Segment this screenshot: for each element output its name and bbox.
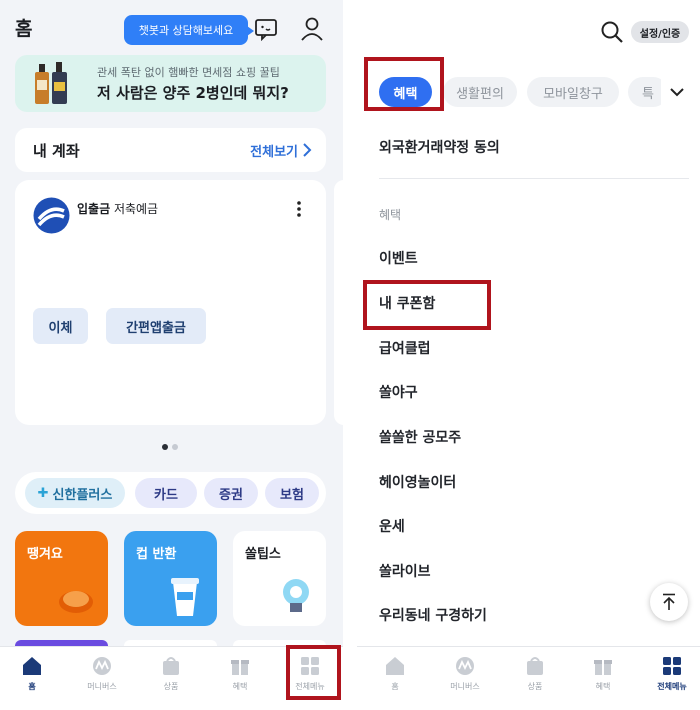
home-icon — [23, 657, 41, 675]
tile-label: 땡겨요 — [27, 547, 63, 562]
tab-products[interactable]: 상품 — [505, 655, 565, 692]
chicken-icon — [59, 591, 93, 613]
all-menu-screen: 설정/인증 혜택 생활편의 모바일창구 특 외국환거래약정 동의 혜택 이벤트 … — [357, 0, 700, 710]
chatbot-tooltip[interactable]: 챗봇과 상담해보세요 — [124, 15, 254, 45]
menu-item-heyyoung[interactable]: 헤이영놀이터 — [379, 472, 456, 492]
tab-products[interactable]: 상품 — [141, 655, 201, 692]
divider — [343, 0, 357, 710]
tab-benefits[interactable]: 혜택 — [573, 655, 633, 692]
chip-securities[interactable]: 증권 — [204, 478, 258, 508]
quick-chips: ✚ 신한플러스 카드 증권 보험 — [15, 472, 326, 514]
highlight-box-benefits — [364, 57, 444, 111]
menu-item-salary-club[interactable]: 급여클럽 — [379, 338, 431, 358]
promo-banner[interactable]: 관세 폭탄 없이 햄빠한 면세점 쇼핑 꿀팁 저 사람은 양주 2병인데 뭐지? — [15, 55, 326, 112]
home-icon — [386, 657, 404, 675]
home-screen: 홈 챗봇과 상담해보세요 관세 폭탄 없이 햄빠한 면세점 쇼핑 꿀팁 저 사람… — [0, 0, 343, 710]
highlight-box-all-menu — [286, 645, 341, 700]
section-divider — [379, 178, 689, 179]
moneyverse-icon — [456, 657, 474, 675]
chatbot-icon[interactable] — [254, 17, 278, 41]
carousel-dots — [160, 435, 180, 454]
chevron-down-icon — [670, 88, 684, 97]
page-title: 홈 — [15, 18, 33, 40]
my-accounts-header: 내 계좌 전체보기 — [15, 128, 326, 172]
menu-item-sol-live[interactable]: 쏠라이브 — [379, 561, 431, 581]
tile-ddangyo[interactable]: 땡겨요 — [15, 531, 108, 626]
easy-app-withdraw-button[interactable]: 간편앱출금 — [106, 308, 206, 344]
account-card[interactable]: 입출금 저축예금 이체 간편앱출금 — [15, 180, 326, 425]
scroll-to-top-button[interactable] — [650, 583, 688, 621]
section-label: 혜택 — [379, 208, 402, 222]
tile-sol-tips[interactable]: 쏠팁스 — [233, 531, 326, 626]
lightbulb-icon — [283, 579, 309, 612]
chip-shinhan-plus[interactable]: ✚ 신한플러스 — [25, 478, 125, 508]
category-mobile-counter[interactable]: 모바일창구 — [527, 77, 619, 107]
menu-item-event[interactable]: 이벤트 — [379, 248, 418, 268]
search-icon[interactable] — [600, 20, 624, 44]
bag-icon — [163, 657, 179, 675]
tab-moneyverse[interactable]: 머니버스 — [72, 655, 132, 692]
menu-item-fortune[interactable]: 운세 — [379, 516, 405, 536]
accounts-title: 내 계좌 — [33, 142, 80, 160]
arrow-up-icon — [663, 593, 675, 610]
promo-subtitle: 관세 폭탄 없이 햄빠한 면세점 쇼핑 꿀팁 — [97, 66, 280, 79]
next-account-card[interactable] — [334, 180, 343, 425]
tab-moneyverse[interactable]: 머니버스 — [435, 655, 495, 692]
liquor-bottles-icon — [35, 62, 67, 104]
menu-item-neighborhood[interactable]: 우리동네 구경하기 — [379, 605, 487, 625]
settings-auth-button[interactable]: 설정/인증 — [631, 21, 689, 43]
tab-home[interactable]: 홈 — [365, 655, 425, 692]
chip-insurance[interactable]: 보험 — [265, 478, 319, 508]
highlight-box-coupon — [363, 280, 491, 330]
chevron-right-icon[interactable] — [302, 143, 312, 157]
account-name: 입출금 저축예금 — [77, 202, 159, 216]
tab-benefits[interactable]: 혜택 — [210, 655, 270, 692]
category-living[interactable]: 생활편의 — [443, 77, 517, 107]
category-expand[interactable] — [661, 76, 700, 108]
profile-icon[interactable] — [300, 16, 324, 42]
gift-icon — [231, 660, 249, 675]
more-options-icon[interactable] — [296, 200, 302, 218]
tab-all-menu[interactable]: 전체메뉴 — [642, 655, 700, 692]
tile-label: 쏠팁스 — [245, 547, 281, 562]
promo-title: 저 사람은 양주 2병인데 뭐지? — [97, 84, 289, 102]
shinhan-logo-icon — [33, 197, 70, 234]
plus-icon: ✚ — [37, 485, 49, 501]
cup-icon — [171, 578, 199, 616]
tile-label: 컵 반환 — [136, 547, 177, 562]
menu-item-fx-agreement[interactable]: 외국환거래약정 동의 — [379, 137, 500, 157]
gift-icon — [594, 660, 612, 675]
tile-cup-return[interactable]: 컵 반환 — [124, 531, 217, 626]
moneyverse-icon — [93, 657, 111, 675]
carousel-dot — [162, 444, 168, 450]
chip-card[interactable]: 카드 — [135, 478, 197, 508]
tab-home[interactable]: 홈 — [2, 655, 62, 692]
menu-item-sol-baseball[interactable]: 쏠야구 — [379, 382, 418, 402]
transfer-button[interactable]: 이체 — [33, 308, 88, 344]
bag-icon — [527, 657, 543, 675]
menu-item-ipo[interactable]: 쏠쏠한 공모주 — [379, 427, 461, 447]
carousel-dot — [172, 444, 178, 450]
see-all-link[interactable]: 전체보기 — [250, 141, 298, 160]
grid-menu-icon — [663, 657, 681, 675]
bottom-tab-bar: 홈 머니버스 상품 혜택 전체메뉴 — [357, 646, 700, 710]
